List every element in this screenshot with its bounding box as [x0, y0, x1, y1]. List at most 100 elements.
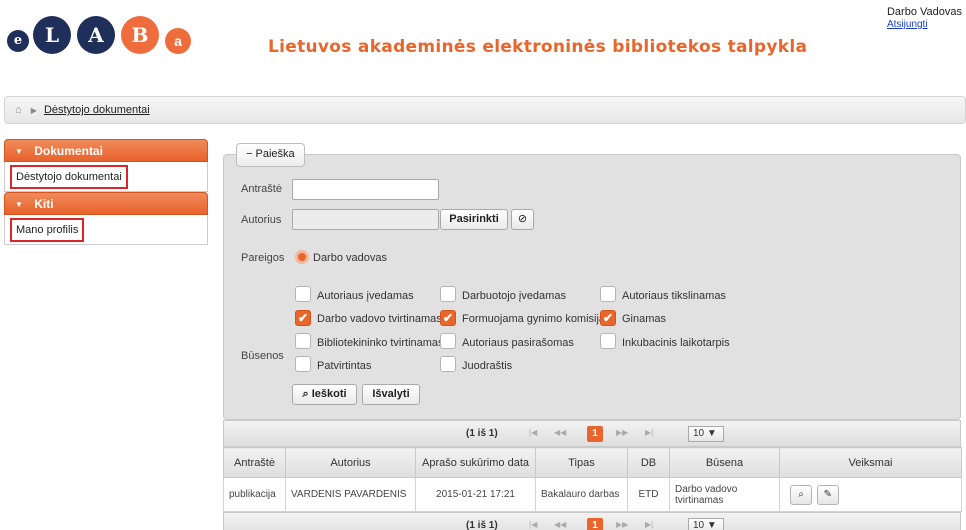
column-header: Veiksmai: [779, 447, 962, 478]
logo-letter: e: [7, 30, 29, 52]
role-label: Pareigos: [241, 252, 285, 264]
cell-status: Darbo vadovo tvirtinamas: [669, 477, 780, 512]
home-icon[interactable]: ⌂: [15, 104, 22, 116]
pager-info: (1 iš 1): [466, 520, 498, 530]
logo-letter: B: [121, 16, 159, 54]
choose-author-button[interactable]: Pasirinkti: [440, 209, 508, 230]
search-toggle-button[interactable]: − Paieška: [236, 143, 305, 167]
table-row: publikacija VARDENIS PAVARDENIS 2015-01-…: [223, 477, 962, 512]
status-option-label: Juodraštis: [462, 360, 513, 372]
collapse-minus-icon: −: [246, 148, 253, 160]
status-checkbox[interactable]: [440, 333, 456, 349]
cell-author: VARDENIS PAVARDENIS: [285, 477, 416, 512]
breadcrumb-separator-icon: ▶: [30, 106, 37, 115]
logo-letter: L: [33, 16, 71, 54]
status-checkbox[interactable]: [295, 286, 311, 302]
status-option-label: Inkubacinis laikotarpis: [622, 337, 730, 349]
sidebar-item-destytojo-dokumentai[interactable]: Dėstytojo dokumentai: [10, 165, 128, 189]
pager-top: (1 iš 1) |◀ ◀◀ 1 ▶▶ ▶| 10 ▼: [223, 420, 961, 447]
search-toggle-label: Paieška: [255, 148, 295, 160]
site-title: Lietuvos akademinės elektroninės bibliot…: [268, 37, 808, 57]
column-header[interactable]: Tipas: [535, 447, 628, 478]
cell-title: publikacija: [223, 477, 286, 512]
author-label: Autorius: [241, 214, 282, 226]
current-page-button[interactable]: 1: [587, 426, 603, 442]
cell-type: Bakalauro darbas: [535, 477, 628, 512]
column-header[interactable]: Autorius: [285, 447, 416, 478]
status-option-label: Darbuotojo įvedamas: [462, 290, 566, 302]
sidebar-section-body: Mano profilis: [4, 215, 208, 245]
next-page-icon[interactable]: ▶▶: [616, 428, 628, 437]
last-page-icon[interactable]: ▶|: [645, 520, 653, 529]
table-header-row: Antraštė Autorius Aprašo sukūrimo data T…: [223, 447, 962, 478]
view-icon[interactable]: ⌕: [790, 484, 812, 505]
pager-info: (1 iš 1): [466, 428, 498, 439]
user-box: Darbo Vadovas Atsijungti: [887, 6, 962, 30]
title-input[interactable]: [292, 179, 439, 200]
status-option-label: Darbo vadovo tvirtinamas: [317, 313, 442, 325]
sidebar-section-dokumentai[interactable]: ▼ Dokumentai: [4, 139, 208, 162]
role-radio[interactable]: [295, 250, 309, 264]
cell-created: 2015-01-21 17:21: [415, 477, 536, 512]
column-header[interactable]: DB: [627, 447, 670, 478]
status-checkbox[interactable]: [440, 286, 456, 302]
sidebar-item-mano-profilis[interactable]: Mano profilis: [10, 218, 85, 242]
current-page-button[interactable]: 1: [587, 518, 603, 530]
status-option-label: Formuojama gynimo komisija: [462, 313, 606, 325]
sidebar: ▼ Dokumentai Dėstytojo dokumentai ▼ Kiti…: [4, 139, 208, 245]
next-page-icon[interactable]: ▶▶: [616, 520, 628, 529]
column-header[interactable]: Būsena: [669, 447, 780, 478]
breadcrumb: ⌂ ▶ Dėstytojo dokumentai: [4, 96, 966, 124]
status-option-label: Ginamas: [622, 313, 667, 325]
status-option-label: Autoriaus pasirašomas: [462, 337, 574, 349]
page-size-value: 10: [693, 428, 705, 439]
breadcrumb-current[interactable]: Dėstytojo dokumentai: [44, 104, 150, 116]
results-table: (1 iš 1) |◀ ◀◀ 1 ▶▶ ▶| 10 ▼ Antraštė Aut…: [223, 420, 962, 530]
cell-actions: ⌕ ✎: [779, 477, 962, 512]
status-checkbox[interactable]: [600, 333, 616, 349]
status-checkbox-checked[interactable]: ✔: [295, 310, 311, 326]
first-page-icon[interactable]: |◀: [529, 428, 537, 437]
status-checkbox[interactable]: [600, 286, 616, 302]
status-option-label: Bibliotekininko tvirtinamas: [317, 337, 444, 349]
status-checkbox-checked[interactable]: ✔: [440, 310, 456, 326]
status-checkbox-checked[interactable]: ✔: [600, 310, 616, 326]
logo-letter: A: [77, 16, 115, 54]
column-header[interactable]: Aprašo sukūrimo data: [415, 447, 536, 478]
status-option-label: Autoriaus tikslinamas: [622, 290, 726, 302]
sidebar-section-kiti[interactable]: ▼ Kiti: [4, 192, 208, 215]
status-checkbox[interactable]: [295, 333, 311, 349]
pager-bottom: (1 iš 1) |◀ ◀◀ 1 ▶▶ ▶| 10 ▼: [223, 512, 961, 530]
role-option-label: Darbo vadovas: [313, 252, 387, 264]
sidebar-section-body: Dėstytojo dokumentai: [4, 162, 208, 192]
prev-page-icon[interactable]: ◀◀: [554, 428, 566, 437]
search-icon: ⌕: [302, 388, 309, 400]
column-header[interactable]: Antraštė: [223, 447, 286, 478]
search-button-label: Ieškoti: [311, 388, 347, 400]
first-page-icon[interactable]: |◀: [529, 520, 537, 529]
status-checkbox[interactable]: [440, 356, 456, 372]
page-size-value: 10: [693, 520, 705, 530]
status-label: Būsenos: [241, 350, 284, 362]
results-grid: Antraštė Autorius Aprašo sukūrimo data T…: [223, 447, 962, 512]
clear-author-icon[interactable]: ⊘: [511, 209, 534, 230]
search-button[interactable]: ⌕ Ieškoti: [292, 384, 357, 405]
collapse-triangle-icon: ▼: [15, 200, 23, 209]
sidebar-section-title: Dokumentai: [34, 144, 103, 158]
author-input[interactable]: [292, 209, 439, 230]
title-label: Antraštė: [241, 183, 282, 195]
page-size-select[interactable]: 10 ▼: [688, 518, 724, 530]
status-option-label: Patvirtintas: [317, 360, 372, 372]
clear-button[interactable]: Išvalyti: [362, 384, 420, 405]
user-name: Darbo Vadovas: [886, 6, 962, 18]
edit-icon[interactable]: ✎: [816, 484, 839, 505]
collapse-triangle-icon: ▼: [15, 147, 23, 156]
status-checkbox[interactable]: [295, 356, 311, 372]
last-page-icon[interactable]: ▶|: [645, 428, 653, 437]
prev-page-icon[interactable]: ◀◀: [554, 520, 566, 529]
page-size-select[interactable]: 10 ▼: [688, 426, 724, 442]
logout-link[interactable]: Atsijungti: [887, 19, 962, 30]
elaba-logo: e L A B a: [7, 14, 207, 56]
sidebar-section-title: Kiti: [34, 197, 54, 211]
logo-letter: a: [165, 28, 191, 54]
